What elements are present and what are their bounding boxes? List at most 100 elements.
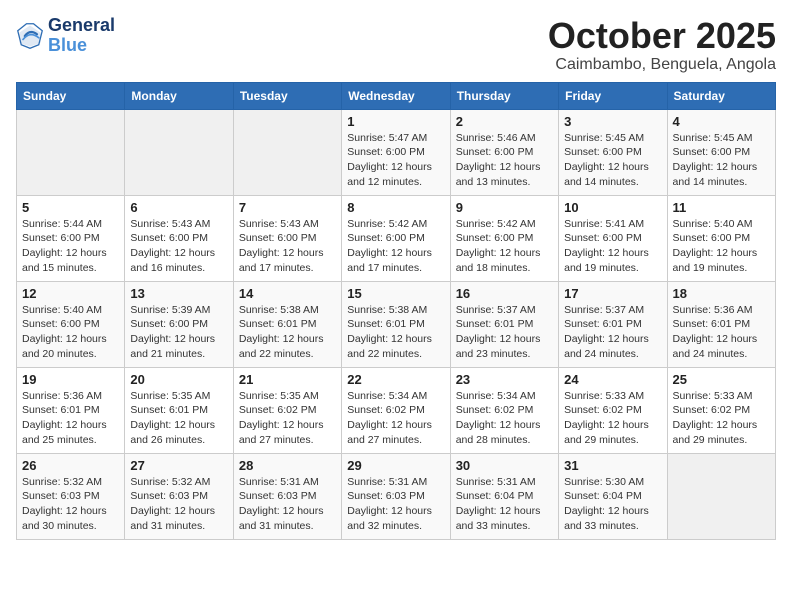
calendar-cell: 21 Sunrise: 5:35 AM Sunset: 6:02 PM Dayli…	[233, 367, 341, 453]
day-number: 31	[564, 458, 661, 473]
calendar-cell: 15 Sunrise: 5:38 AM Sunset: 6:01 PM Dayli…	[342, 281, 450, 367]
calendar-cell: 4Sunrise: 5:45 AM Sunset: 6:00 PM Daylig…	[667, 109, 775, 195]
weekday-header: Saturday	[667, 82, 775, 109]
page-header: General Blue October 2025 Caimbambo, Ben…	[16, 16, 776, 74]
day-number: 15	[347, 286, 444, 301]
calendar-cell: 10Sunrise: 5:41 AM Sunset: 6:00 PM Dayli…	[559, 195, 667, 281]
day-number: 24	[564, 372, 661, 387]
day-info: Sunrise: 5:38 AM Sunset: 6:01 PM Dayligh…	[347, 303, 444, 362]
day-number: 5	[22, 200, 119, 215]
day-number: 20	[130, 372, 227, 387]
day-info: Sunrise: 5:43 AM Sunset: 6:00 PM Dayligh…	[130, 217, 227, 276]
day-info: Sunrise: 5:37 AM Sunset: 6:01 PM Dayligh…	[456, 303, 553, 362]
day-info: Sunrise: 5:33 AM Sunset: 6:02 PM Dayligh…	[673, 389, 770, 448]
calendar-cell: 17Sunrise: 5:37 AM Sunset: 6:01 PM Dayli…	[559, 281, 667, 367]
day-info: Sunrise: 5:31 AM Sunset: 6:04 PM Dayligh…	[456, 475, 553, 534]
calendar-cell: 23 Sunrise: 5:34 AM Sunset: 6:02 PM Dayli…	[450, 367, 558, 453]
day-info: Sunrise: 5:35 AM Sunset: 6:02 PM Dayligh…	[239, 389, 336, 448]
day-info: Sunrise: 5:40 AM Sunset: 6:00 PM Dayligh…	[673, 217, 770, 276]
calendar-cell: 14 Sunrise: 5:38 AM Sunset: 6:01 PM Dayli…	[233, 281, 341, 367]
day-number: 6	[130, 200, 227, 215]
calendar-cell: 1 Sunrise: 5:47 AM Sunset: 6:00 PM Daylig…	[342, 109, 450, 195]
day-number: 10	[564, 200, 661, 215]
day-number: 8	[347, 200, 444, 215]
calendar-cell: 22Sunrise: 5:34 AM Sunset: 6:02 PM Dayli…	[342, 367, 450, 453]
weekday-header: Tuesday	[233, 82, 341, 109]
day-info: Sunrise: 5:44 AM Sunset: 6:00 PM Dayligh…	[22, 217, 119, 276]
calendar-cell: 24 Sunrise: 5:33 AM Sunset: 6:02 PM Dayli…	[559, 367, 667, 453]
title-block: October 2025 Caimbambo, Benguela, Angola	[548, 16, 776, 74]
day-number: 2	[456, 114, 553, 129]
calendar-cell: 31 Sunrise: 5:30 AM Sunset: 6:04 PM Dayli…	[559, 453, 667, 539]
day-number: 9	[456, 200, 553, 215]
calendar-cell: 18 Sunrise: 5:36 AM Sunset: 6:01 PM Dayli…	[667, 281, 775, 367]
day-number: 18	[673, 286, 770, 301]
calendar-cell: 12 Sunrise: 5:40 AM Sunset: 6:00 PM Dayli…	[17, 281, 125, 367]
calendar-cell	[667, 453, 775, 539]
day-info: Sunrise: 5:43 AM Sunset: 6:00 PM Dayligh…	[239, 217, 336, 276]
day-number: 21	[239, 372, 336, 387]
day-number: 23	[456, 372, 553, 387]
day-info: Sunrise: 5:42 AM Sunset: 6:00 PM Dayligh…	[456, 217, 553, 276]
day-info: Sunrise: 5:34 AM Sunset: 6:02 PM Dayligh…	[456, 389, 553, 448]
day-number: 14	[239, 286, 336, 301]
calendar-cell: 8 Sunrise: 5:42 AM Sunset: 6:00 PM Daylig…	[342, 195, 450, 281]
day-info: Sunrise: 5:47 AM Sunset: 6:00 PM Dayligh…	[347, 131, 444, 190]
day-number: 12	[22, 286, 119, 301]
calendar-cell	[17, 109, 125, 195]
weekday-header: Thursday	[450, 82, 558, 109]
day-info: Sunrise: 5:45 AM Sunset: 6:00 PM Dayligh…	[673, 131, 770, 190]
calendar-cell	[233, 109, 341, 195]
day-number: 29	[347, 458, 444, 473]
calendar-cell	[125, 109, 233, 195]
calendar-cell: 26 Sunrise: 5:32 AM Sunset: 6:03 PM Dayli…	[17, 453, 125, 539]
day-info: Sunrise: 5:33 AM Sunset: 6:02 PM Dayligh…	[564, 389, 661, 448]
day-info: Sunrise: 5:31 AM Sunset: 6:03 PM Dayligh…	[347, 475, 444, 534]
day-number: 16	[456, 286, 553, 301]
day-info: Sunrise: 5:30 AM Sunset: 6:04 PM Dayligh…	[564, 475, 661, 534]
calendar-cell: 20 Sunrise: 5:35 AM Sunset: 6:01 PM Dayli…	[125, 367, 233, 453]
calendar-week-row: 26 Sunrise: 5:32 AM Sunset: 6:03 PM Dayli…	[17, 453, 776, 539]
day-info: Sunrise: 5:39 AM Sunset: 6:00 PM Dayligh…	[130, 303, 227, 362]
calendar-cell: 30Sunrise: 5:31 AM Sunset: 6:04 PM Dayli…	[450, 453, 558, 539]
calendar-cell: 9 Sunrise: 5:42 AM Sunset: 6:00 PM Daylig…	[450, 195, 558, 281]
weekday-header-row: SundayMondayTuesdayWednesdayThursdayFrid…	[17, 82, 776, 109]
day-number: 26	[22, 458, 119, 473]
calendar-week-row: 12 Sunrise: 5:40 AM Sunset: 6:00 PM Dayli…	[17, 281, 776, 367]
day-info: Sunrise: 5:36 AM Sunset: 6:01 PM Dayligh…	[22, 389, 119, 448]
day-number: 13	[130, 286, 227, 301]
day-number: 27	[130, 458, 227, 473]
day-number: 25	[673, 372, 770, 387]
day-number: 11	[673, 200, 770, 215]
day-info: Sunrise: 5:31 AM Sunset: 6:03 PM Dayligh…	[239, 475, 336, 534]
calendar-table: SundayMondayTuesdayWednesdayThursdayFrid…	[16, 82, 776, 540]
day-info: Sunrise: 5:46 AM Sunset: 6:00 PM Dayligh…	[456, 131, 553, 190]
calendar-cell: 3Sunrise: 5:45 AM Sunset: 6:00 PM Daylig…	[559, 109, 667, 195]
calendar-cell: 19 Sunrise: 5:36 AM Sunset: 6:01 PM Dayli…	[17, 367, 125, 453]
calendar-week-row: 1 Sunrise: 5:47 AM Sunset: 6:00 PM Daylig…	[17, 109, 776, 195]
day-number: 1	[347, 114, 444, 129]
day-info: Sunrise: 5:42 AM Sunset: 6:00 PM Dayligh…	[347, 217, 444, 276]
month-title: October 2025	[548, 16, 776, 56]
day-info: Sunrise: 5:45 AM Sunset: 6:00 PM Dayligh…	[564, 131, 661, 190]
day-number: 28	[239, 458, 336, 473]
calendar-cell: 28 Sunrise: 5:31 AM Sunset: 6:03 PM Dayli…	[233, 453, 341, 539]
weekday-header: Friday	[559, 82, 667, 109]
day-number: 19	[22, 372, 119, 387]
day-info: Sunrise: 5:38 AM Sunset: 6:01 PM Dayligh…	[239, 303, 336, 362]
day-info: Sunrise: 5:32 AM Sunset: 6:03 PM Dayligh…	[130, 475, 227, 534]
calendar-cell: 13 Sunrise: 5:39 AM Sunset: 6:00 PM Dayli…	[125, 281, 233, 367]
calendar-cell: 7Sunrise: 5:43 AM Sunset: 6:00 PM Daylig…	[233, 195, 341, 281]
calendar-week-row: 5 Sunrise: 5:44 AM Sunset: 6:00 PM Daylig…	[17, 195, 776, 281]
day-info: Sunrise: 5:40 AM Sunset: 6:00 PM Dayligh…	[22, 303, 119, 362]
day-info: Sunrise: 5:35 AM Sunset: 6:01 PM Dayligh…	[130, 389, 227, 448]
weekday-header: Wednesday	[342, 82, 450, 109]
day-number: 22	[347, 372, 444, 387]
calendar-cell: 5 Sunrise: 5:44 AM Sunset: 6:00 PM Daylig…	[17, 195, 125, 281]
logo-icon	[16, 22, 44, 50]
calendar-cell: 16 Sunrise: 5:37 AM Sunset: 6:01 PM Dayli…	[450, 281, 558, 367]
calendar-cell: 29 Sunrise: 5:31 AM Sunset: 6:03 PM Dayli…	[342, 453, 450, 539]
day-info: Sunrise: 5:32 AM Sunset: 6:03 PM Dayligh…	[22, 475, 119, 534]
day-info: Sunrise: 5:36 AM Sunset: 6:01 PM Dayligh…	[673, 303, 770, 362]
calendar-week-row: 19 Sunrise: 5:36 AM Sunset: 6:01 PM Dayli…	[17, 367, 776, 453]
